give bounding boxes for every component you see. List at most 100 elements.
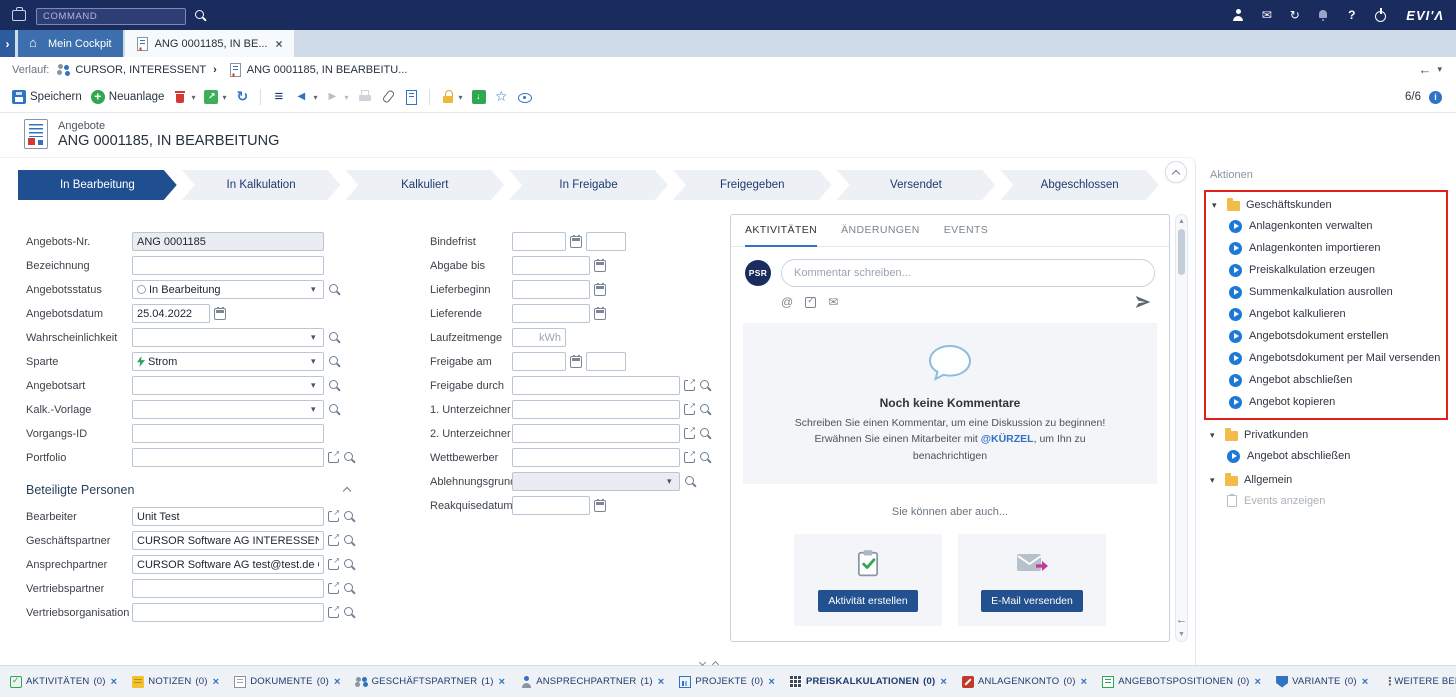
collapse-panel-icon[interactable]: ← (1176, 614, 1187, 626)
action-angebotsdokument-erstellen[interactable]: Angebotsdokument erstellen (1212, 325, 1444, 347)
input-bindefrist[interactable] (512, 232, 566, 251)
caret-down-icon[interactable] (310, 404, 319, 416)
caret-down-icon[interactable]: ▾ (1212, 201, 1221, 210)
action-group-header[interactable]: ▾Privatkunden (1210, 425, 1448, 445)
search-icon[interactable] (328, 379, 341, 392)
history-caret-icon[interactable]: ▾ (1437, 64, 1442, 75)
tab-close-icon[interactable]: × (334, 676, 341, 688)
input-portfolio[interactable] (132, 448, 324, 467)
email-icon[interactable]: ✉ (828, 295, 838, 309)
crumb-ang-0001185[interactable]: › ANG 0001185, IN BEARBEITU... (206, 63, 407, 76)
calendar-icon[interactable] (594, 260, 606, 272)
user-icon[interactable] (1231, 8, 1245, 22)
search-icon[interactable] (343, 510, 356, 523)
dropdown-caret-icon[interactable]: ▾ (313, 93, 317, 102)
input-wahrscheinlichkeit[interactable] (132, 328, 324, 347)
send-icon[interactable] (1135, 295, 1151, 309)
search-icon[interactable] (684, 475, 697, 488)
input-angebotsart[interactable] (132, 376, 324, 395)
dropdown-caret-icon[interactable]: ▾ (222, 93, 226, 102)
bottom-tab-geschaeftspartner[interactable]: GESCHÄFTSPARTNER (1) × (356, 676, 506, 688)
reload-button[interactable] (235, 90, 249, 104)
input-ansprechpartner[interactable]: CURSOR Software AG test@test.de CURS... (132, 555, 324, 574)
tab-close-icon[interactable]: × (658, 676, 665, 688)
stage-in-kalkulation[interactable]: In Kalkulation (182, 170, 341, 200)
document-button[interactable] (404, 90, 418, 104)
bottom-tab-preiskalkulationen[interactable]: PREISKALKULATIONEN (0) × (790, 676, 947, 688)
dropdown-caret-icon[interactable]: ▾ (344, 93, 348, 102)
stage-freigegeben[interactable]: Freigegeben (673, 170, 832, 200)
section-collapse-icon[interactable] (344, 483, 350, 497)
input-angebotsdatum[interactable]: 25.04.2022 (132, 304, 210, 323)
delete-button[interactable]: ▾ (173, 90, 195, 104)
tab-close-icon[interactable]: × (1362, 676, 1369, 688)
new-button[interactable]: Neuanlage (91, 90, 165, 104)
panel-expander-icon[interactable]: › (0, 30, 15, 57)
linkout-icon[interactable] (328, 452, 339, 463)
action-summenkalkulation-ausrollen[interactable]: Summenkalkulation ausrollen (1212, 281, 1444, 303)
search-icon[interactable] (328, 331, 341, 344)
action-angebot-abschliessen[interactable]: Angebot abschließen (1212, 369, 1444, 391)
notifications-icon[interactable] (1316, 8, 1330, 22)
tab-close-icon[interactable]: × (276, 37, 283, 51)
input-lieferende[interactable] (512, 304, 590, 323)
attachment-button[interactable] (381, 90, 395, 104)
action-angebot-kopieren[interactable]: Angebot kopieren (1212, 391, 1444, 413)
bottom-tab-aktivitaeten[interactable]: AKTIVITÄTEN (0) × (10, 676, 117, 688)
tab-close-icon[interactable]: × (213, 676, 220, 688)
scroll-down-icon[interactable]: ▼ (1178, 631, 1185, 638)
bottom-tab-weitere-bereiche[interactable]: WEITERE BEREICHE (1383, 676, 1456, 688)
activities-tab-events[interactable]: EVENTS (944, 215, 988, 247)
comment-input[interactable]: Kommentar schreiben... (781, 259, 1155, 287)
linkout-icon[interactable] (328, 583, 339, 594)
tab-close-icon[interactable]: × (499, 676, 506, 688)
stage-in-freigabe[interactable]: In Freigabe (509, 170, 668, 200)
bottom-tab-notizen[interactable]: NOTIZEN (0) × (132, 676, 219, 688)
app-icon[interactable] (12, 10, 26, 21)
collapse-bottom-icon[interactable] (700, 654, 705, 672)
save-button[interactable]: Speichern (12, 90, 82, 104)
search-icon[interactable] (699, 379, 712, 392)
linkout-icon[interactable] (328, 535, 339, 546)
input-angebots-nr[interactable]: ANG 0001185 (132, 232, 324, 251)
input-freigabe-durch[interactable] (512, 376, 680, 395)
tab-close-icon[interactable]: × (111, 676, 118, 688)
action-angebot-abschliessen[interactable]: Angebot abschließen (1210, 445, 1448, 467)
action-group-header[interactable]: ▾Allgemein (1210, 470, 1448, 490)
search-icon[interactable] (699, 427, 712, 440)
activities-tab-aenderungen[interactable]: ÄNDERUNGEN (841, 215, 920, 247)
expand-bottom-icon[interactable] (713, 654, 718, 672)
prev-record-button[interactable]: ▾ (295, 90, 317, 104)
caret-down-icon[interactable]: ▾ (1210, 431, 1219, 440)
search-icon[interactable] (343, 451, 356, 464)
watch-button[interactable] (518, 90, 532, 104)
scroll-up-icon[interactable]: ▲ (1178, 218, 1185, 225)
input-bearbeiter[interactable]: Unit Test (132, 507, 324, 526)
search-icon[interactable] (343, 534, 356, 547)
linkout-icon[interactable] (328, 559, 339, 570)
linkout-icon[interactable] (684, 452, 695, 463)
input-reakquisedatum[interactable] (512, 496, 590, 515)
dropdown-caret-icon[interactable]: ▾ (459, 93, 463, 102)
input-geschaeftspartner[interactable]: CURSOR Software AG INTERESSENT (132, 531, 324, 550)
tab-mein-cockpit[interactable]: Mein Cockpit (18, 30, 123, 57)
tab-close-icon[interactable]: × (768, 676, 775, 688)
caret-down-icon[interactable] (310, 284, 319, 296)
collapse-header-icon[interactable] (1165, 161, 1187, 183)
action-preiskalkulation-erzeugen[interactable]: Preiskalkulation erzeugen (1212, 259, 1444, 281)
tab-close-icon[interactable]: × (940, 676, 947, 688)
action-anlagenkonten-importieren[interactable]: Anlagenkonten importieren (1212, 237, 1444, 259)
linkout-icon[interactable] (328, 511, 339, 522)
card-button[interactable]: Aktivität erstellen (818, 590, 917, 612)
search-icon[interactable] (343, 558, 356, 571)
calendar-icon[interactable] (594, 308, 606, 320)
calendar-icon[interactable] (214, 308, 226, 320)
input-bezeichnung[interactable] (132, 256, 324, 275)
input-1-unterzeichner[interactable] (512, 400, 680, 419)
search-icon[interactable] (328, 283, 341, 296)
search-icon[interactable] (328, 403, 341, 416)
input-abgabe-bis[interactable] (512, 256, 590, 275)
command-input[interactable] (36, 8, 186, 25)
input-vorgangs-id[interactable] (132, 424, 324, 443)
tab-close-icon[interactable]: × (1081, 676, 1088, 688)
